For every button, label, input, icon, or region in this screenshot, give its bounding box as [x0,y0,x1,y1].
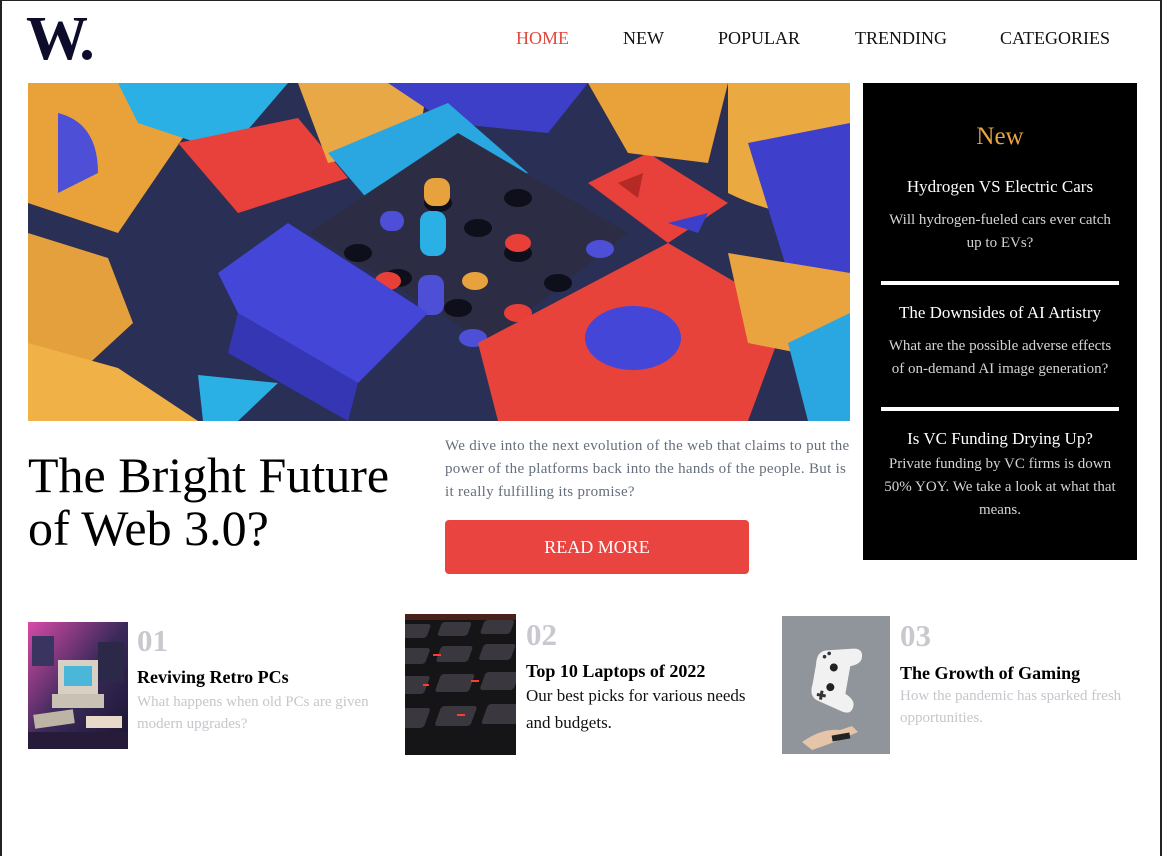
sidebar-item-title[interactable]: The Downsides of AI Artistry [881,302,1119,324]
main-nav: HOME NEW POPULAR TRENDING CATEGORIES [2,28,1162,52]
retro-pc-image[interactable] [28,622,128,749]
page: W. HOME NEW POPULAR TRENDING CATEGORIES [0,0,1162,856]
card-desc: How the pandemic has sparked fresh oppor… [900,688,1122,726]
sidebar-item-desc: Will hydrogen-fueled cars ever catch up … [889,212,1111,251]
card-text: 02 Top 10 Laptops of 2022 Our best picks… [526,618,746,736]
read-more-button[interactable]: READ MORE [445,520,749,574]
sidebar-item[interactable]: The Downsides of AI Artistry What are th… [881,302,1119,381]
keyboard-image[interactable] [405,614,516,755]
card-desc: What happens when old PCs are given mode… [137,694,369,732]
card-title[interactable]: Top 10 Laptops of 2022 [526,660,746,682]
card-number: 01 [137,623,168,658]
card-title[interactable]: Reviving Retro PCs [137,666,377,688]
nav-home[interactable]: HOME [516,28,569,49]
sidebar-item[interactable]: Hydrogen VS Electric Cars Will hydrogen-… [881,176,1119,255]
abstract-3d-blocks-image [28,83,850,421]
card-title[interactable]: The Growth of Gaming [900,662,1130,684]
game-controller-image[interactable] [782,616,890,754]
sidebar-item-desc: Private funding by VC firms is down 50% … [884,456,1116,518]
sidebar-item-desc: What are the possible adverse effects of… [888,338,1112,377]
card-text: 03 The Growth of Gaming How the pandemic… [900,619,1130,729]
nav-popular[interactable]: POPULAR [718,28,800,49]
sidebar-divider [881,281,1119,285]
sidebar-heading: New [976,123,1024,150]
card-desc: Our best picks for various needs and bud… [526,686,746,732]
nav-trending[interactable]: TRENDING [855,28,947,49]
nav-new[interactable]: NEW [623,28,664,49]
featured-image[interactable] [28,83,850,421]
card-number: 02 [526,617,557,652]
sidebar-item-title[interactable]: Hydrogen VS Electric Cars [881,176,1119,198]
card-text: 01 Reviving Retro PCs What happens when … [137,624,377,735]
nav-categories[interactable]: CATEGORIES [1000,28,1110,49]
sidebar-divider [881,407,1119,411]
sidebar-item-title[interactable]: Is VC Funding Drying Up? [881,428,1119,450]
featured-title[interactable]: The Bright Future of Web 3.0? [28,449,438,555]
new-sidebar: New Hydrogen VS Electric Cars Will hydro… [863,83,1137,560]
sidebar-item[interactable]: Is VC Funding Drying Up? Private funding… [881,428,1119,522]
card-number: 03 [900,618,931,653]
featured-summary: We dive into the next evolution of the w… [445,438,850,500]
